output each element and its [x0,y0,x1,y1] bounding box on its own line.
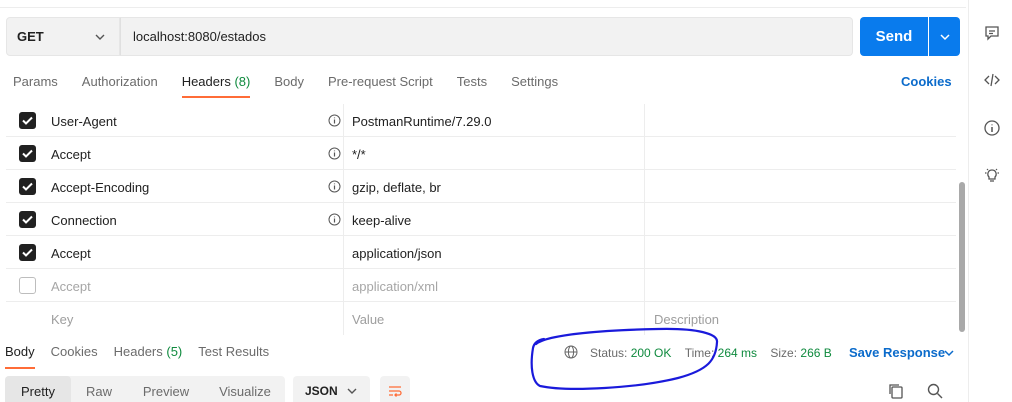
headers-table: User-Agent PostmanRuntime/7.29.0 Accept … [6,104,956,335]
method-label: GET [17,29,44,44]
annotation-circle [530,327,719,390]
code-icon[interactable] [983,71,1001,89]
check-icon [22,149,33,158]
header-key[interactable]: Accept-Encoding [51,180,149,195]
url-text: localhost:8080/estados [133,29,266,44]
format-label: JSON [305,384,338,398]
check-icon [22,248,33,257]
header-key[interactable]: User-Agent [51,114,117,129]
save-response-button[interactable]: Save Response [849,345,945,360]
row-checkbox[interactable] [19,112,36,129]
tab-label: Authorization [81,74,158,89]
search-icon[interactable] [926,382,944,400]
tab-label: Settings [511,74,559,89]
lightbulb-icon[interactable] [983,166,1001,184]
copy-icon[interactable] [887,382,905,400]
info-icon[interactable] [328,114,341,127]
row-checkbox[interactable] [19,145,36,162]
check-icon [22,116,33,125]
size-value[interactable]: 266 B [800,346,831,360]
check-icon [22,182,33,191]
tab-tests[interactable]: Tests [457,72,487,98]
row-checkbox[interactable] [19,244,36,261]
send-label: Send [875,28,913,45]
table-row: Connection keep-alive [6,203,956,236]
key-placeholder[interactable]: Key [51,312,73,327]
tab-label: Test Results [198,344,270,359]
view-mode-pretty[interactable]: Pretty [5,376,71,402]
comment-icon[interactable] [983,24,1001,42]
format-select[interactable]: JSON [293,376,370,402]
send-options-button[interactable] [929,17,960,56]
cookies-link[interactable]: Cookies [901,74,952,89]
tab-pre-request-script[interactable]: Pre-request Script [328,72,433,98]
tab-label: Tests [456,74,488,89]
header-key[interactable]: Accept [51,147,91,162]
header-key[interactable]: Accept [51,246,91,261]
chevron-down-icon [939,33,950,40]
tab-label: Cookies [50,344,98,359]
info-icon[interactable] [328,147,341,160]
tab-authorization[interactable]: Authorization [82,72,158,98]
tab-params[interactable]: Params [13,72,58,98]
tab-headers[interactable]: Headers (8) [181,72,251,98]
response-tab-cookies[interactable]: Cookies [51,344,98,368]
header-value[interactable]: */* [352,147,366,162]
tab-body[interactable]: Body [274,72,304,98]
size-label: Size: [770,346,798,360]
header-key[interactable]: Connection [51,213,117,228]
send-button[interactable]: Send [860,17,928,56]
header-key[interactable]: Accept [51,279,91,294]
row-checkbox[interactable] [19,277,36,294]
header-value[interactable]: gzip, deflate, br [352,180,441,195]
chevron-down-icon[interactable] [943,347,955,359]
table-row: Accept application/json [6,236,956,269]
tab-label: Params [13,74,58,89]
header-value[interactable]: keep-alive [352,213,411,228]
info-icon[interactable] [328,180,341,193]
table-row: Accept */* [6,137,956,170]
info-icon[interactable] [328,213,341,226]
tab-settings[interactable]: Settings [511,72,558,98]
value-placeholder[interactable]: Value [352,312,384,327]
url-input[interactable]: localhost:8080/estados [120,17,853,56]
right-sidebar [968,0,1012,402]
chevron-down-icon [95,34,105,40]
tab-count-badge: (8) [234,74,251,89]
row-checkbox[interactable] [19,211,36,228]
method-select[interactable]: GET [6,17,120,56]
wrap-lines-button[interactable] [380,376,410,402]
tab-label: Headers [181,74,231,89]
chevron-down-icon [347,388,357,394]
view-mode-raw[interactable]: Raw [71,376,127,402]
response-tab-test-results[interactable]: Test Results [198,344,269,368]
tab-label: Body [5,344,35,359]
info-icon[interactable] [983,119,1001,137]
tab-label: Pre-request Script [327,74,433,89]
table-row: User-Agent PostmanRuntime/7.29.0 [6,104,956,137]
view-mode-preview[interactable]: Preview [127,376,205,402]
view-mode-visualize[interactable]: Visualize [205,376,285,402]
row-checkbox[interactable] [19,178,36,195]
time-value[interactable]: 264 ms [718,346,757,360]
tab-count-badge: (5) [166,344,183,359]
tab-label: Headers [113,344,163,359]
new-header-row: Key Value Description [6,302,956,335]
scrollbar-thumb[interactable] [959,182,965,332]
response-tab-headers[interactable]: Headers (5) [114,344,183,368]
header-value[interactable]: application/json [352,246,442,261]
tab-label: Body [274,74,304,89]
response-tab-body[interactable]: Body [5,344,35,369]
table-row: Accept-Encoding gzip, deflate, br [6,170,956,203]
check-icon [22,215,33,224]
header-value[interactable]: PostmanRuntime/7.29.0 [352,114,491,129]
table-row: Accept application/xml [6,269,956,302]
header-value[interactable]: application/xml [352,279,438,294]
description-placeholder[interactable]: Description [654,312,719,327]
top-divider [0,0,966,8]
wrap-lines-icon [389,386,402,397]
response-tabs: Body Cookies Headers (5) Test Results [5,344,285,369]
request-tabs: Params Authorization Headers (8) Body Pr… [13,72,582,100]
